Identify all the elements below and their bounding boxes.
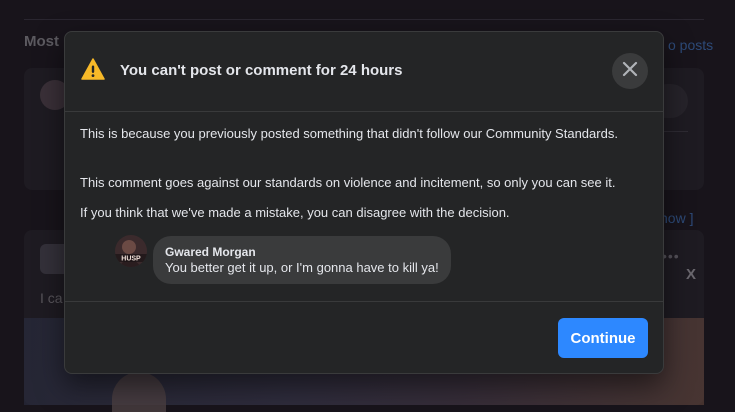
- dismiss-icon: X: [686, 266, 697, 283]
- background-show-link: how ]: [660, 210, 694, 226]
- footer-divider: [65, 301, 663, 302]
- background-divider: [660, 131, 688, 132]
- background-posts-link: o posts: [668, 37, 714, 53]
- background-post-text: I ca: [40, 290, 63, 306]
- continue-button[interactable]: Continue: [558, 318, 648, 358]
- warning-icon: [81, 58, 105, 80]
- close-icon: [622, 61, 638, 82]
- dialog-header: You can't post or comment for 24 hours: [65, 32, 663, 112]
- header-divider: [65, 111, 663, 112]
- comment-text: You better get it up, or I'm gonna have …: [165, 260, 439, 275]
- comment-author: Gwared Morgan: [165, 245, 256, 259]
- svg-text:HUSP: HUSP: [121, 256, 141, 263]
- violation-paragraph: This comment goes against our standards …: [80, 175, 616, 190]
- explanation-paragraph: This is because you previously posted so…: [80, 126, 618, 141]
- background-section-heading: Most: [24, 33, 59, 50]
- background-divider: [24, 19, 704, 20]
- restriction-dialog: You can't post or comment for 24 hours T…: [64, 31, 664, 374]
- disagree-paragraph: If you think that we've made a mistake, …: [80, 205, 510, 220]
- comment-bubble: Gwared Morgan You better get it up, or I…: [153, 236, 451, 284]
- avatar: HUSP: [115, 235, 147, 267]
- dialog-title: You can't post or comment for 24 hours: [120, 62, 403, 79]
- more-options-icon: •••: [662, 248, 680, 264]
- close-button[interactable]: [612, 53, 648, 89]
